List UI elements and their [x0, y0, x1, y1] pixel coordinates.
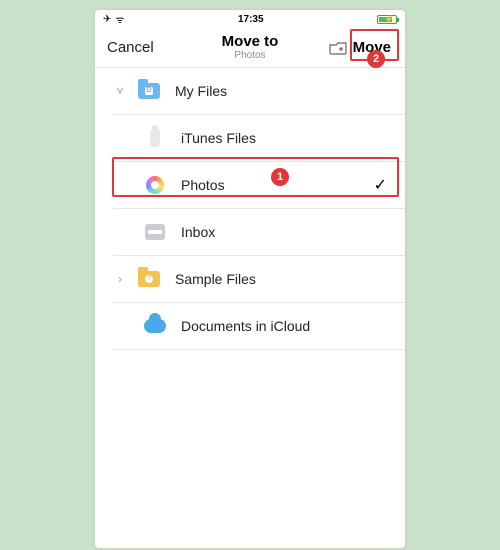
chevron-down-icon[interactable]: ˅	[113, 84, 127, 98]
annotation-badge-1: 1	[271, 168, 289, 186]
row-label: Photos	[181, 177, 225, 193]
folder-icon: ?	[137, 267, 161, 291]
airplane-icon: ✈	[103, 14, 111, 25]
row-label: Inbox	[181, 224, 215, 240]
nav-bar: Cancel Move to Photos Move	[95, 28, 405, 68]
row-documents-icloud[interactable]: Documents in iCloud	[95, 303, 405, 349]
chevron-right-icon[interactable]: ›	[113, 272, 127, 286]
row-inbox[interactable]: Inbox	[95, 209, 405, 255]
nav-title: Move to	[222, 34, 279, 51]
folder-icon: D	[137, 79, 161, 103]
row-label: My Files	[175, 83, 227, 99]
row-label: iTunes Files	[181, 130, 256, 146]
status-time: 17:35	[238, 14, 264, 25]
battery-icon: ⚡	[377, 15, 397, 24]
nav-subtitle: Photos	[222, 50, 279, 61]
row-my-files[interactable]: ˅ D My Files	[95, 68, 405, 114]
wifi-icon: ᯤ	[115, 12, 124, 26]
new-folder-icon[interactable]	[329, 41, 347, 55]
folder-list: ˅ D My Files iTunes Files Photos ✓ Inbox…	[95, 68, 405, 548]
inbox-icon	[143, 220, 167, 244]
checkmark-icon: ✓	[374, 175, 387, 195]
row-label: Documents in iCloud	[181, 318, 310, 334]
status-bar: ✈ ᯤ 17:35 ⚡	[95, 10, 405, 28]
row-sample-files[interactable]: › ? Sample Files	[95, 256, 405, 302]
cancel-button[interactable]: Cancel	[107, 39, 154, 56]
cloud-icon	[143, 314, 167, 338]
row-itunes-files[interactable]: iTunes Files	[95, 115, 405, 161]
row-photos[interactable]: Photos ✓	[95, 162, 405, 208]
row-label: Sample Files	[175, 271, 256, 287]
annotation-badge-2: 2	[367, 50, 385, 68]
photos-icon	[143, 173, 167, 197]
itunes-icon	[143, 126, 167, 150]
